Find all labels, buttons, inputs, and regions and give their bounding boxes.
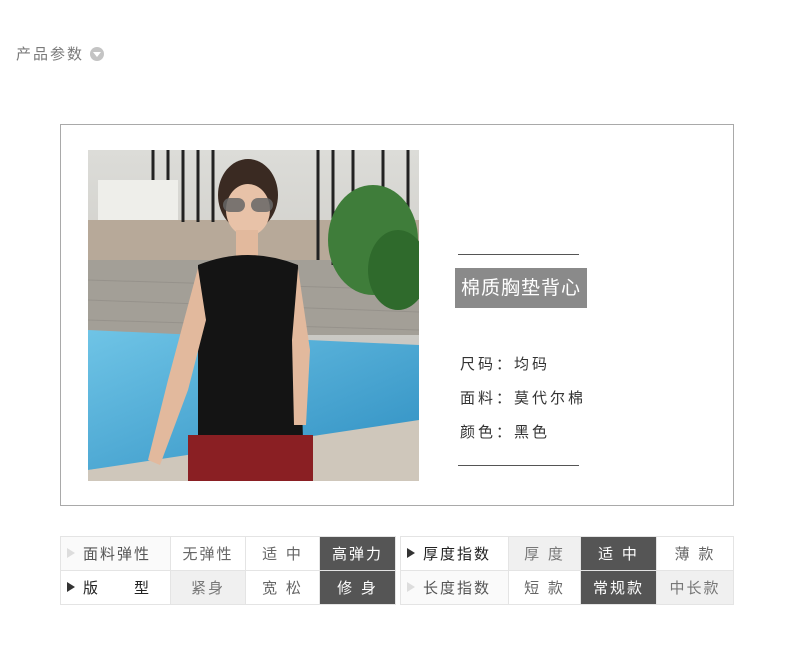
table-row: 面料弹性 无弹性 适 中 高弹力 — [60, 536, 396, 571]
product-photo — [88, 150, 419, 481]
table-row: 厚度指数 厚 度 适 中 薄 款 — [400, 536, 734, 571]
option-thick: 厚 度 — [508, 536, 581, 571]
option-moderate: 适 中 — [245, 536, 320, 571]
param-label-elasticity: 面料弹性 — [60, 536, 171, 571]
param-label-fit: 版 型 — [60, 570, 171, 605]
spec-color: 颜色：黑色 — [460, 423, 551, 441]
spec-fabric: 面料：莫代尔棉 — [460, 389, 587, 407]
section-title-text: 产品参数 — [16, 45, 85, 63]
params-table-right: 厚度指数 厚 度 适 中 薄 款 长度指数 短 款 常规款 中长款 — [400, 536, 734, 605]
option-mid-long: 中长款 — [656, 570, 734, 605]
option-slim: 修 身 — [319, 570, 396, 605]
option-regular: 常规款 — [580, 570, 657, 605]
option-high-stretch: 高弹力 — [319, 536, 396, 571]
option-no-stretch: 无弹性 — [170, 536, 246, 571]
table-row: 版 型 紧身 宽 松 修 身 — [60, 570, 396, 605]
option-thin: 薄 款 — [656, 536, 734, 571]
param-label-thickness: 厚度指数 — [400, 536, 509, 571]
option-loose: 宽 松 — [245, 570, 320, 605]
chevron-down-icon[interactable] — [90, 46, 105, 61]
divider-bottom — [458, 465, 579, 466]
table-row: 长度指数 短 款 常规款 中长款 — [400, 570, 734, 605]
option-short: 短 款 — [508, 570, 581, 605]
spec-size: 尺码：均码 — [460, 355, 551, 373]
option-medium: 适 中 — [580, 536, 657, 571]
section-title: 产品参数 — [16, 43, 105, 64]
params-table-left: 面料弹性 无弹性 适 中 高弹力 版 型 紧身 宽 松 修 身 — [60, 536, 396, 605]
param-label-length: 长度指数 — [400, 570, 509, 605]
product-name: 棉质胸垫背心 — [455, 268, 588, 308]
divider-top — [458, 254, 579, 255]
option-tight: 紧身 — [170, 570, 246, 605]
